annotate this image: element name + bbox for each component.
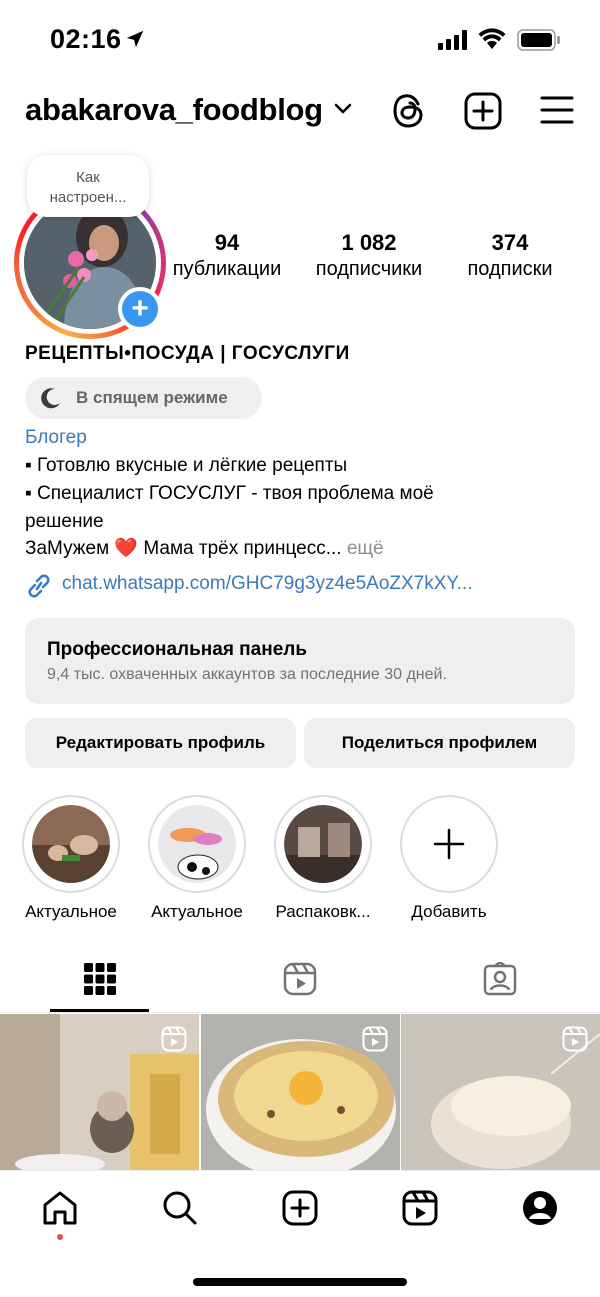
notification-dot xyxy=(57,1234,63,1240)
highlight-ring xyxy=(22,795,120,893)
bottom-navigation xyxy=(0,1170,600,1297)
moon-icon xyxy=(41,388,60,409)
menu-icon[interactable] xyxy=(540,96,574,124)
stat-value: 1 082 xyxy=(341,230,397,255)
chevron-down-icon[interactable] xyxy=(334,103,352,115)
home-indicator xyxy=(193,1278,407,1286)
add-story-button[interactable]: + xyxy=(118,287,162,331)
highlight-item[interactable]: Актуальное xyxy=(16,795,126,922)
reels-icon[interactable] xyxy=(402,1190,438,1226)
note-bubble[interactable]: Как настроен... xyxy=(27,155,149,217)
highlight-item[interactable]: Актуальное xyxy=(142,795,252,922)
wifi-icon xyxy=(478,28,506,49)
heart-emoji: ❤️ xyxy=(114,538,139,559)
bio-line: ▪ Готовлю вкусные и лёгкие рецепты xyxy=(25,455,348,476)
bio-more-link[interactable]: ещё xyxy=(342,538,384,559)
reel-icon xyxy=(362,1026,388,1052)
search-icon[interactable] xyxy=(162,1190,198,1226)
tagged-tab-icon[interactable] xyxy=(483,962,517,996)
highlight-item[interactable]: Распаковк... xyxy=(268,795,378,922)
stat-label: подписчики xyxy=(315,258,423,280)
stat-posts[interactable]: 94 публикации xyxy=(166,230,288,281)
highlight-label: Распаковк... xyxy=(275,902,371,921)
profile-category: Блогер xyxy=(25,427,87,448)
stat-following[interactable]: 374 подписки xyxy=(455,230,565,281)
highlight-ring xyxy=(400,795,498,893)
plus-icon xyxy=(433,828,465,860)
pro-panel-title: Профессиональная панель xyxy=(47,639,308,660)
reels-tab-icon[interactable] xyxy=(283,962,317,996)
highlight-ring xyxy=(274,795,372,893)
profile-full-name: РЕЦЕПТЫ•ПОСУДА | ГОСУСЛУГИ xyxy=(25,343,350,364)
share-profile-button[interactable]: Поделиться профилем xyxy=(304,718,575,768)
add-highlight[interactable]: Добавить xyxy=(394,795,504,922)
location-arrow-icon xyxy=(126,30,144,48)
highlight-thumbnail xyxy=(284,805,362,883)
bio-line: ЗаМужем ❤️ Мама трёх принцесс... ещё xyxy=(25,535,384,563)
status-time: 02:16 xyxy=(50,24,122,54)
status-bar: 02:16 xyxy=(0,0,600,80)
link-icon xyxy=(28,574,50,598)
home-icon[interactable] xyxy=(42,1190,78,1226)
highlight-label: Добавить xyxy=(411,902,487,921)
profile-username[interactable]: abakarova_foodblog xyxy=(25,92,323,128)
sleep-mode-label: В спящем режиме xyxy=(76,388,228,407)
cellular-signal-icon xyxy=(438,30,467,50)
create-post-icon[interactable] xyxy=(464,92,502,130)
post-thumbnail[interactable] xyxy=(401,1014,600,1170)
reel-icon xyxy=(562,1026,588,1052)
bio-line: ▪ Специалист ГОСУСЛУГ - твоя проблема мо… xyxy=(25,483,434,504)
post-thumbnail[interactable] xyxy=(201,1014,400,1170)
highlight-label: Актуальное xyxy=(25,902,117,921)
reel-icon xyxy=(161,1026,187,1052)
edit-profile-button[interactable]: Редактировать профиль xyxy=(25,718,296,768)
divider xyxy=(0,1012,600,1013)
post-thumbnail[interactable] xyxy=(0,1014,199,1170)
create-icon[interactable] xyxy=(282,1190,318,1226)
bio-text: ЗаМужем xyxy=(25,538,115,559)
pro-panel-subtitle: 9,4 тыс. охваченных аккаунтов за последн… xyxy=(47,666,447,683)
battery-icon xyxy=(517,29,560,51)
profile-icon[interactable] xyxy=(522,1190,558,1226)
professional-dashboard[interactable]: Профессиональная панель 9,4 тыс. охвачен… xyxy=(25,618,575,704)
highlight-ring xyxy=(148,795,246,893)
highlight-label: Актуальное xyxy=(151,902,243,921)
stat-label: подписки xyxy=(467,258,553,280)
bio-line: решение xyxy=(25,511,104,532)
threads-icon[interactable] xyxy=(391,92,427,130)
plus-icon: + xyxy=(122,291,158,327)
stat-value: 94 xyxy=(214,230,240,255)
link-text[interactable]: chat.whatsapp.com/GHC79g3yz4e5AoZX7kXY..… xyxy=(62,573,473,595)
stat-label: публикации xyxy=(172,258,282,280)
grid-tab-icon[interactable] xyxy=(83,962,117,996)
sleep-mode-badge[interactable]: В спящем режиме xyxy=(25,377,262,419)
bio-text: Мама трёх принцесс... xyxy=(138,538,342,559)
highlight-thumbnail xyxy=(158,805,236,883)
stat-value: 374 xyxy=(491,230,529,255)
stat-followers[interactable]: 1 082 подписчики xyxy=(304,230,434,281)
highlight-thumbnail xyxy=(32,805,110,883)
